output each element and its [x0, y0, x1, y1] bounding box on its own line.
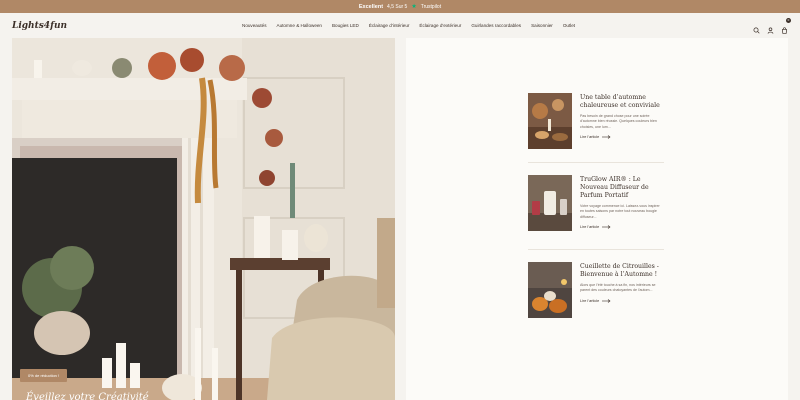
- nav-item-eclairage-exterieur[interactable]: Éclairage d’extérieur: [419, 23, 461, 28]
- article-title[interactable]: Cueillette de Citrouilles - Bienvenue à …: [580, 263, 664, 279]
- trustpilot-logo[interactable]: Trustpilot: [421, 4, 441, 10]
- article-title[interactable]: TruGlow AIR® : Le Nouveau Diffuseur de P…: [580, 176, 664, 200]
- article-title[interactable]: Une table d’automne chaleureuse et convi…: [580, 94, 664, 110]
- site-header: Lights4fun Nouveautés Automne & Hallowee…: [0, 13, 800, 38]
- article-excerpt: Alors que l’été touche à sa fin, nos int…: [580, 283, 656, 293]
- read-more-label: Lire l’article: [580, 134, 600, 139]
- star-icon: ★: [411, 4, 417, 10]
- main-nav: Nouveautés Automne & Halloween Bougies L…: [242, 23, 575, 28]
- nav-item-outlet[interactable]: Outlet: [563, 23, 575, 28]
- rating-label: Excellent: [358, 3, 384, 10]
- promo-badge[interactable]: 0% de réduction !: [20, 369, 68, 382]
- article-card[interactable]: Cueillette de Citrouilles - Bienvenue à …: [528, 262, 664, 318]
- account-icon[interactable]: [767, 21, 774, 34]
- article-excerpt: Votre voyage commence ici. Laissez-vous …: [580, 204, 660, 219]
- arrow-right-icon: [602, 135, 611, 139]
- article-image: [528, 175, 572, 231]
- hero-illustration: [12, 38, 395, 400]
- read-more-link[interactable]: Lire l’article: [580, 299, 664, 303]
- divider: [528, 162, 664, 163]
- divider: [528, 249, 664, 250]
- header-icons: 0: [753, 18, 791, 34]
- search-icon[interactable]: [753, 21, 760, 34]
- cart-icon[interactable]: 0: [781, 18, 791, 34]
- nav-item-eclairage-interieur[interactable]: Éclairage d’intérieur: [369, 23, 410, 28]
- article-image: [528, 93, 572, 149]
- nav-item-nouveautes[interactable]: Nouveautés: [242, 23, 267, 28]
- read-more-link[interactable]: Lire l’article: [580, 225, 664, 229]
- hero-image[interactable]: 0% de réduction ! Éveillez votre Créativ…: [12, 38, 395, 400]
- cart-count-badge: 0: [786, 18, 791, 23]
- nav-item-bougies-led[interactable]: Bougies LED: [332, 23, 359, 28]
- blog-articles-panel: Une table d’automne chaleureuse et convi…: [406, 38, 788, 400]
- nav-item-saisonnier[interactable]: Saisonnier: [531, 23, 553, 28]
- arrow-right-icon: [602, 225, 611, 229]
- article-thumbnail[interactable]: [528, 262, 572, 318]
- logo[interactable]: Lights4fun: [12, 21, 102, 31]
- article-image: [528, 262, 572, 318]
- rating-value: 4,5 Sur 5: [387, 3, 408, 10]
- article-card[interactable]: TruGlow AIR® : Le Nouveau Diffuseur de P…: [528, 175, 664, 231]
- arrow-right-icon: [602, 298, 611, 303]
- article-card[interactable]: Une table d’automne chaleureuse et convi…: [528, 93, 664, 149]
- article-excerpt: Pas besoin de grand chose pour une soiré…: [580, 114, 657, 129]
- article-thumbnail[interactable]: [528, 175, 572, 231]
- article-thumbnail[interactable]: [528, 93, 572, 149]
- announcement-bar: Excellent 4,5 Sur 5 ★ Trustpilot: [0, 0, 800, 13]
- read-more-label: Lire l’article: [580, 224, 600, 229]
- read-more-label: Lire l’article: [580, 298, 600, 303]
- read-more-link[interactable]: Lire l’article: [580, 135, 664, 139]
- nav-item-automne-halloween[interactable]: Automne & Halloween: [277, 23, 322, 28]
- nav-item-guirlandes-raccordables[interactable]: Guirlandes raccordables: [471, 23, 521, 28]
- hero-title: Éveillez votre Créativité: [26, 392, 149, 400]
